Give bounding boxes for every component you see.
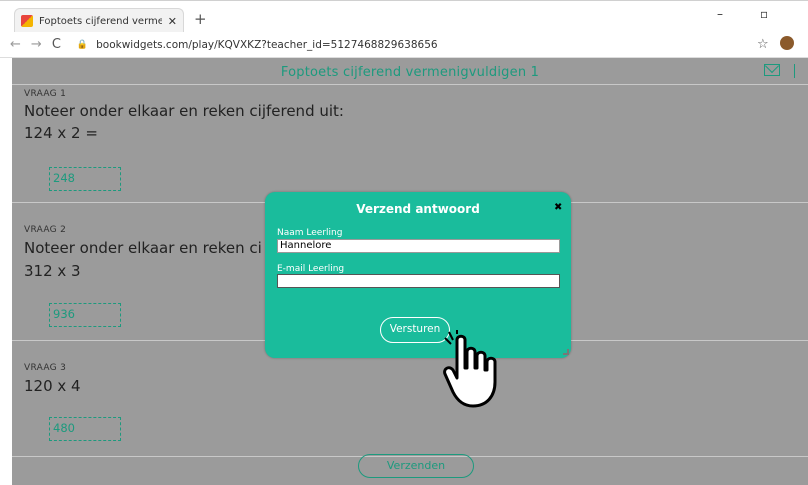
question-text: Noteer onder elkaar en reken ci	[24, 239, 262, 257]
email-label: E-mail Leerling	[277, 264, 345, 274]
name-field[interactable]: Hannelore	[277, 239, 560, 253]
question-text-2: 124 x 2 =	[24, 124, 98, 142]
send-answer-modal: Verzend antwoord ✖ Naam Leerling Hannelo…	[265, 192, 571, 358]
tab-bar: Foptoets cijferend vermenigvuldi ✕ + – ▫	[0, 0, 808, 33]
lock-icon: 🔒	[76, 39, 89, 50]
forward-icon[interactable]: →	[31, 37, 42, 52]
answer-input[interactable]: 248	[49, 167, 121, 191]
new-tab-button[interactable]: +	[194, 10, 207, 28]
url-field[interactable]: bookwidgets.com/play/KQVXKZ?teacher_id=5…	[96, 39, 437, 51]
browser-tab[interactable]: Foptoets cijferend vermenigvuldi ✕	[14, 8, 184, 33]
profile-avatar[interactable]	[780, 36, 794, 50]
question-1: VRAAG 1 Noteer onder elkaar en reken cij…	[12, 84, 808, 202]
maximize-icon[interactable]: ▫	[760, 7, 768, 21]
send-button[interactable]: Versturen	[380, 317, 450, 343]
question-text: Noteer onder elkaar en reken cijferend u…	[24, 102, 344, 120]
back-icon[interactable]: ←	[10, 37, 21, 52]
question-label: VRAAG 1	[24, 89, 67, 99]
close-tab-icon[interactable]: ✕	[168, 15, 177, 28]
answer-input[interactable]: 936	[49, 303, 121, 327]
tab-title: Foptoets cijferend vermenigvuldi	[39, 15, 162, 27]
modal-title: Verzend antwoord	[356, 202, 480, 216]
answer-input[interactable]: 480	[49, 417, 121, 441]
bookmark-star-icon[interactable]: ☆	[757, 37, 769, 52]
question-label: VRAAG 3	[24, 363, 67, 373]
name-label: Naam Leerling	[277, 228, 343, 238]
email-field[interactable]	[277, 274, 560, 288]
mail-icon[interactable]	[764, 64, 780, 76]
question-label: VRAAG 2	[24, 225, 67, 235]
submit-button[interactable]: Verzenden	[358, 454, 474, 478]
question-text: 120 x 4	[24, 377, 81, 395]
hand-cursor-icon	[443, 330, 497, 408]
resize-handle[interactable]	[563, 349, 569, 355]
close-icon[interactable]: ✖	[554, 202, 562, 213]
favicon-icon	[21, 15, 33, 27]
minimize-icon[interactable]: –	[717, 7, 723, 21]
side-icon[interactable]	[794, 64, 804, 78]
reload-icon[interactable]: C	[52, 37, 61, 52]
question-text-2: 312 x 3	[24, 262, 81, 280]
address-bar: ← → C 🔒 bookwidgets.com/play/KQVXKZ?teac…	[0, 32, 808, 58]
